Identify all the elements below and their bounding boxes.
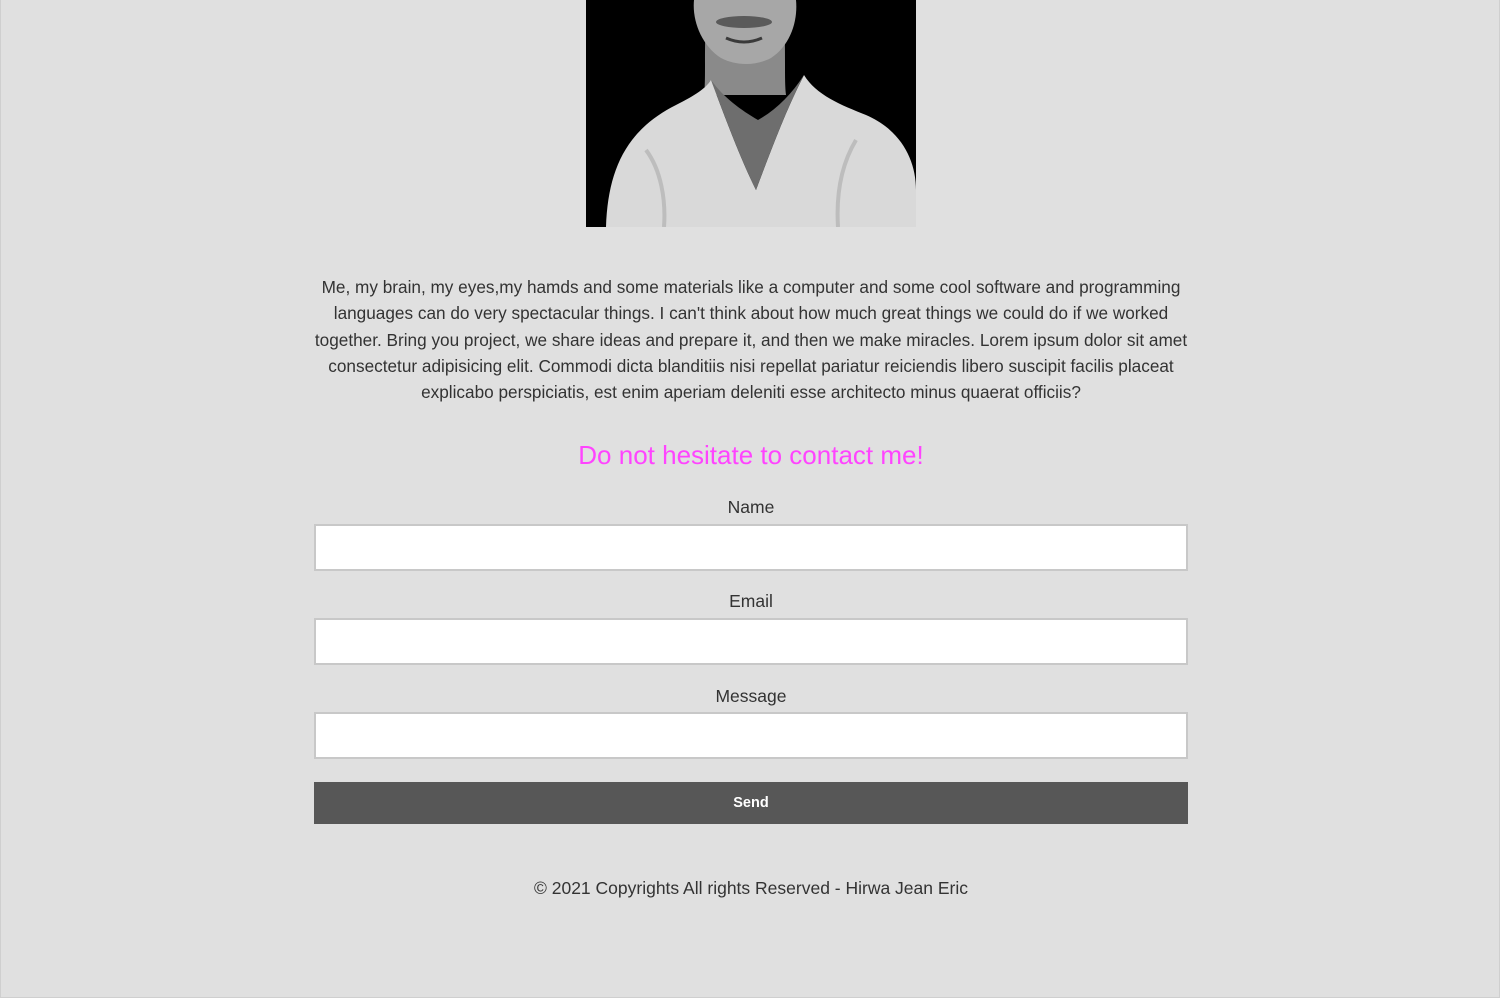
email-input[interactable] — [314, 618, 1188, 665]
email-label: Email — [729, 591, 773, 611]
about-paragraph: Me, my brain, my eyes,my hamds and some … — [314, 277, 1188, 403]
message-input[interactable] — [314, 712, 1188, 759]
name-label: Name — [727, 497, 775, 517]
message-label: Message — [715, 686, 787, 706]
name-input[interactable] — [314, 524, 1188, 571]
footer-copyright: © 2021 Copyrights All rights Reserved - … — [533, 878, 969, 898]
profile-photo — [586, 0, 916, 227]
contact-heading: Do not hesitate to contact me! — [578, 440, 924, 470]
send-button[interactable]: Send — [314, 782, 1188, 824]
